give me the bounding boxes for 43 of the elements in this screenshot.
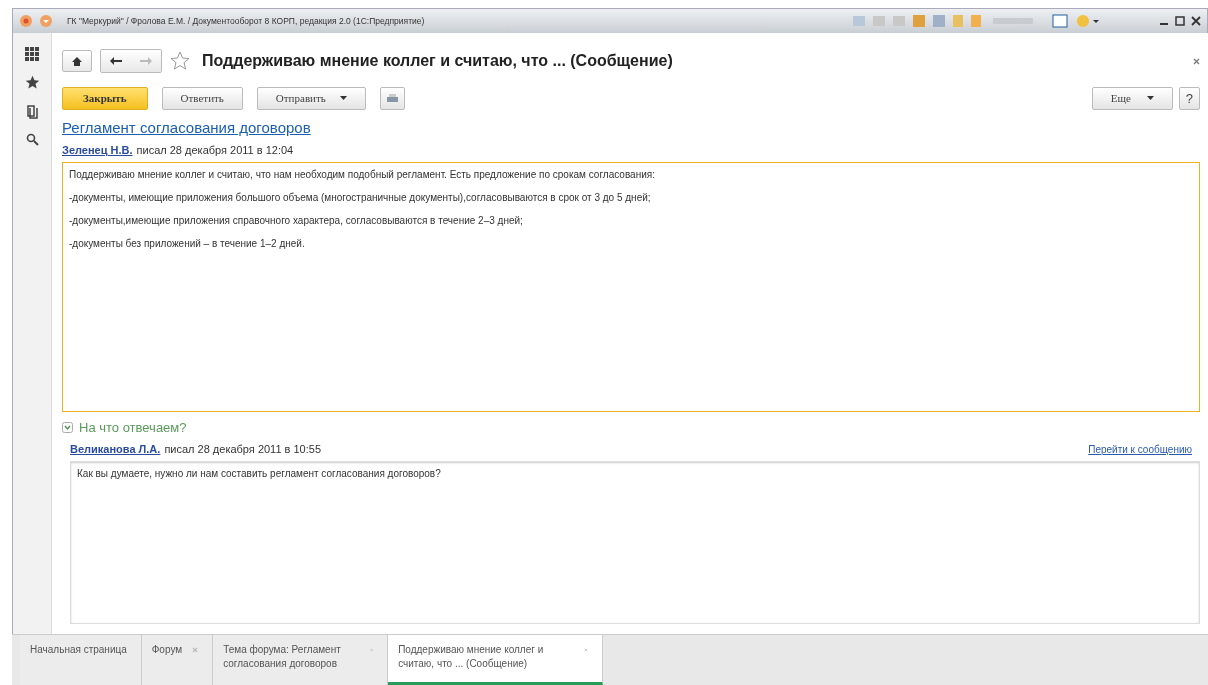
back-button[interactable] [101, 50, 131, 72]
search-icon[interactable] [25, 133, 39, 146]
more-dropdown-button[interactable]: Еще [1091, 86, 1173, 110]
print-button[interactable] [379, 86, 405, 110]
close-button[interactable]: Закрыть [62, 86, 148, 110]
message-line: -документы,имеющие приложения справочного характера, согласовываются в течение 2–3 дней; [69, 215, 524, 226]
message-line: Поддерживаю мнение коллег и считаю, что нам необходим подобный регламент. Есть предложение по срокам согласования: [69, 169, 656, 180]
author-link[interactable]: Зеленец Н.В. [62, 144, 133, 156]
form-title: Поддерживаю мнение коллег и считаю, что ... (Сообщение) [202, 52, 673, 70]
app-logo-icon[interactable] [19, 14, 33, 28]
star-icon[interactable] [24, 75, 40, 90]
maximize-icon[interactable] [1175, 16, 1185, 26]
window-tab[interactable]: Форум [141, 635, 214, 685]
history-icon[interactable] [26, 104, 38, 119]
send-dropdown-button[interactable]: Отправить [256, 86, 366, 110]
printer-icon [386, 93, 398, 103]
menu-icon[interactable] [39, 14, 53, 28]
caret-icon [339, 96, 347, 100]
caret-icon [1146, 96, 1154, 100]
forward-arrow-icon [140, 57, 152, 65]
window-tab[interactable]: Поддерживаю мнение коллег и считаю, что ... (Сообщение) [388, 635, 604, 685]
help-button[interactable]: ? [1178, 86, 1200, 110]
message-date: писал 28 декабря 2011 в 12:04 [136, 144, 294, 156]
quoted-message-text: Как вы думаете, нужно ли нам составить регламент согласования договоров? [77, 468, 441, 479]
close-icon[interactable] [1191, 16, 1201, 26]
window-title: ГК "Меркурий" / Фролова Е.М. / Документооборот 8 КОРП, редакция 2.0 (1С:Предприятие) [67, 16, 425, 26]
section-title[interactable]: На что отвечаем? [79, 420, 187, 435]
back-arrow-icon [110, 57, 122, 65]
close-icon[interactable] [1193, 57, 1200, 65]
go-to-message-link[interactable]: Перейти к сообщению [1088, 443, 1192, 455]
apps-grid-icon[interactable] [25, 47, 39, 61]
expand-toggle-icon[interactable] [62, 422, 73, 433]
home-icon [72, 56, 82, 66]
author-link[interactable]: Великанова Л.А. [70, 443, 161, 455]
topic-link[interactable]: Регламент согласования договоров [62, 119, 311, 136]
home-button[interactable] [62, 50, 92, 72]
favorite-star-icon[interactable] [170, 51, 190, 71]
reply-button[interactable]: Ответить [161, 86, 243, 110]
window-tab[interactable]: Тема форума: Регламент согласования договоров [213, 635, 389, 685]
window-tab[interactable]: Начальная страница [20, 635, 142, 685]
message-line: -документы без приложений – в течение 1–2 дней. [69, 238, 306, 249]
message-date: писал 28 декабря 2011 в 10:55 [164, 443, 321, 455]
message-line: -документы, имеющие приложения большого объема (многостраничные документы),согласовываются в срок от 3 до 5 дней; [69, 192, 652, 203]
